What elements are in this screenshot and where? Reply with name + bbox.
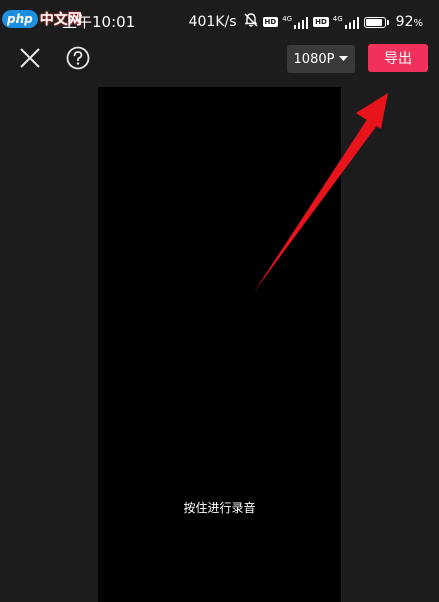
record-hint: 按住进行录音	[183, 501, 256, 515]
resolution-label: 1080P	[293, 51, 335, 67]
caret-down-icon	[339, 56, 349, 61]
hd-icon: HD	[262, 17, 279, 27]
signal-strength-icon: 4G	[282, 14, 309, 29]
export-label: 导出	[384, 51, 412, 67]
hd-icon: HD	[313, 17, 329, 27]
close-button[interactable]	[17, 45, 43, 71]
network-type-label: 4G	[332, 14, 343, 23]
battery-percent: 92%	[395, 14, 423, 30]
resolution-dropdown[interactable]: 1080P	[287, 45, 355, 73]
close-icon	[20, 48, 40, 68]
watermark-badge: php	[2, 10, 38, 28]
network-speed: 401K/s	[188, 14, 237, 30]
battery-icon	[363, 16, 389, 28]
help-icon	[66, 46, 90, 70]
network-type-label: 4G	[282, 14, 293, 23]
status-indicators: 401K/s HD 4G HD 4G 92%	[189, 12, 423, 32]
mute-bell-icon	[243, 12, 259, 32]
video-preview[interactable]	[98, 87, 341, 602]
export-button[interactable]: 导出	[368, 44, 428, 72]
signal-strength-icon: 4G	[332, 14, 360, 29]
status-time: 上午10:01	[62, 13, 136, 31]
status-bar: php 中文网 上午10:01 401K/s HD 4G HD 4G 92%	[0, 0, 439, 44]
battery-level	[365, 18, 383, 26]
help-button[interactable]	[65, 45, 91, 71]
screen: php 中文网 上午10:01 401K/s HD 4G HD 4G 92% 1…	[0, 0, 439, 602]
